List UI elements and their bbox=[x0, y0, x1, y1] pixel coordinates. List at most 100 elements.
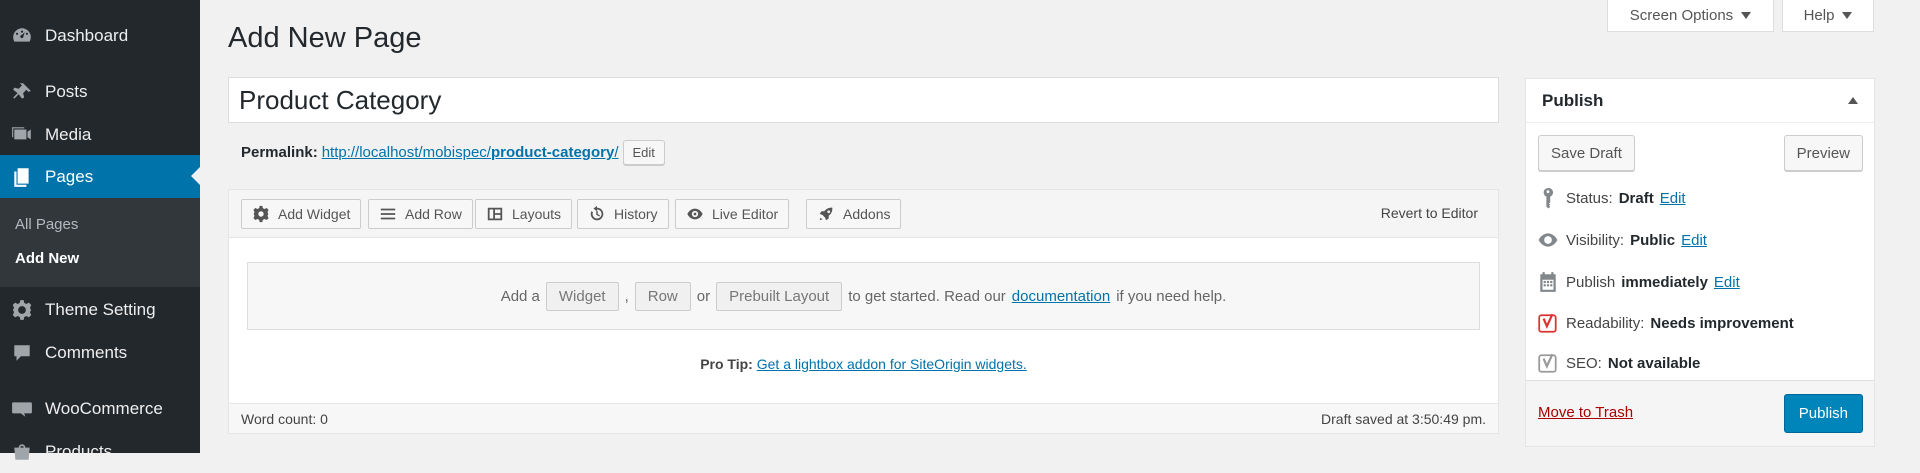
submenu-all-pages[interactable]: All Pages bbox=[15, 216, 78, 233]
draft-saved-status: Draft saved at 3:50:49 pm. bbox=[1321, 411, 1486, 427]
builder-status-bar: Word count: 0 Draft saved at 3:50:49 pm. bbox=[229, 403, 1498, 433]
permalink-base: http://localhost/mobispec/ bbox=[321, 144, 491, 161]
sidebar-item-label: WooCommerce bbox=[45, 398, 163, 418]
visibility-edit-link[interactable]: Edit bbox=[1681, 232, 1707, 249]
publish-button[interactable]: Publish bbox=[1783, 394, 1863, 433]
help-label: Help bbox=[1803, 7, 1835, 24]
sidebar-item-comments[interactable]: Comments bbox=[0, 331, 200, 374]
visibility-value: Public bbox=[1630, 231, 1676, 249]
add-row-button[interactable]: Add Row bbox=[368, 199, 473, 229]
sidebar-item-woocommerce[interactable]: WooCommerce bbox=[0, 387, 200, 430]
empty-prebuilt-layout-button[interactable]: Prebuilt Layout bbox=[716, 281, 843, 311]
sidebar-item-label: Products bbox=[45, 441, 113, 461]
sidebar-item-pages[interactable]: Pages bbox=[0, 155, 200, 198]
empty-middle: to get started. Read our bbox=[848, 287, 1006, 305]
layout-icon bbox=[487, 207, 503, 221]
empty-or: or bbox=[696, 287, 711, 305]
add-row-label: Add Row bbox=[405, 206, 462, 222]
word-count: Word count: 0 bbox=[241, 411, 328, 427]
readability-row: Readability: Needs improvement bbox=[1536, 311, 1794, 335]
save-draft-button[interactable]: Save Draft bbox=[1538, 135, 1635, 171]
permalink-edit-button[interactable]: Edit bbox=[622, 140, 665, 165]
post-title-input[interactable] bbox=[228, 77, 1499, 123]
key-icon bbox=[1536, 186, 1560, 210]
sidebar-item-label: Posts bbox=[45, 81, 88, 101]
sidebar-item-label: Comments bbox=[45, 342, 128, 362]
publish-date-edit-link[interactable]: Edit bbox=[1714, 274, 1740, 291]
dashboard-icon bbox=[11, 25, 33, 47]
publish-box: Publish Save Draft Preview Status: Draft… bbox=[1525, 78, 1875, 447]
readability-label: Readability: bbox=[1566, 314, 1645, 332]
publish-actions: Move to Trash Publish bbox=[1526, 380, 1874, 446]
permalink-label: Permalink: bbox=[241, 144, 318, 161]
live-editor-label: Live Editor bbox=[712, 206, 779, 222]
preview-button[interactable]: Preview bbox=[1783, 135, 1863, 171]
status-row: Status: Draft Edit bbox=[1536, 186, 1686, 210]
seo-label: SEO: bbox=[1566, 354, 1602, 372]
pin-icon bbox=[11, 81, 33, 103]
status-label: Status: bbox=[1566, 189, 1613, 207]
empty-add-widget-button[interactable]: Widget bbox=[545, 281, 619, 311]
visibility-row: Visibility: Public Edit bbox=[1536, 228, 1707, 252]
add-widget-button[interactable]: Add Widget bbox=[241, 199, 362, 229]
layouts-button[interactable]: Layouts bbox=[475, 199, 573, 229]
addons-button[interactable]: Addons bbox=[806, 199, 902, 229]
status-value: Draft bbox=[1618, 189, 1654, 207]
move-to-trash-link[interactable]: Move to Trash bbox=[1538, 404, 1633, 421]
gear-icon bbox=[253, 205, 269, 223]
builder-toolbar: Add Widget Add Row Layouts History Live … bbox=[229, 190, 1498, 238]
submenu-add-new[interactable]: Add New bbox=[15, 250, 79, 267]
screen-options-label: Screen Options bbox=[1629, 7, 1734, 24]
publish-box-title: Publish bbox=[1542, 90, 1604, 110]
sidebar-item-label: Pages bbox=[45, 166, 94, 186]
permalink-slug: product-category bbox=[490, 144, 615, 161]
readability-value: Needs improvement bbox=[1650, 314, 1794, 332]
empty-add-row-button[interactable]: Row bbox=[634, 281, 691, 311]
rocket-icon bbox=[819, 207, 833, 221]
sidebar-item-posts[interactable]: Posts bbox=[0, 70, 200, 113]
sidebar-item-media[interactable]: Media bbox=[0, 113, 200, 156]
admin-sidebar: Dashboard Posts Media Pages All Pages Ad… bbox=[0, 0, 200, 461]
pro-tip: Pro Tip: Get a lightbox addon for SiteOr… bbox=[229, 356, 1498, 372]
addons-label: Addons bbox=[843, 206, 891, 222]
permalink-link[interactable]: http://localhost/mobispec/product-catego… bbox=[322, 144, 619, 161]
products-icon bbox=[11, 441, 33, 463]
publish-date-row: Publish immediately Edit bbox=[1536, 270, 1740, 294]
sidebar-item-label: Dashboard bbox=[45, 25, 129, 45]
screen-options-button[interactable]: Screen Options bbox=[1607, 0, 1774, 32]
add-widget-label: Add Widget bbox=[278, 206, 351, 222]
sidebar-item-dashboard[interactable]: Dashboard bbox=[0, 14, 200, 57]
caret-up-icon[interactable] bbox=[1848, 97, 1858, 104]
help-button[interactable]: Help bbox=[1782, 0, 1874, 32]
history-label: History bbox=[614, 206, 658, 222]
live-editor-button[interactable]: Live Editor bbox=[675, 199, 790, 229]
page-builder: Add Widget Add Row Layouts History Live … bbox=[228, 189, 1499, 434]
seo-value: Not available bbox=[1607, 354, 1701, 372]
permalink-row: Permalink: http://localhost/mobispec/pro… bbox=[241, 140, 665, 165]
page-title: Add New Page bbox=[228, 22, 422, 54]
calendar-icon bbox=[1536, 270, 1560, 294]
status-edit-link[interactable]: Edit bbox=[1660, 190, 1686, 207]
sidebar-item-theme-setting[interactable]: Theme Setting bbox=[0, 288, 200, 331]
visibility-label: Visibility: bbox=[1566, 231, 1625, 249]
empty-suffix: if you need help. bbox=[1116, 287, 1227, 305]
sidebar-item-label: Theme Setting bbox=[45, 299, 156, 319]
pages-icon bbox=[11, 166, 33, 188]
gear-icon bbox=[11, 299, 33, 321]
publish-box-header[interactable]: Publish bbox=[1526, 79, 1874, 123]
eye-icon bbox=[1536, 228, 1560, 252]
pro-tip-link[interactable]: Get a lightbox addon for SiteOrigin widg… bbox=[757, 356, 1027, 372]
revert-to-editor-link[interactable]: Revert to Editor bbox=[1381, 205, 1478, 221]
permalink-trail: / bbox=[614, 144, 619, 161]
pro-tip-label: Pro Tip: bbox=[700, 356, 753, 372]
yoast-readability-icon bbox=[1536, 311, 1560, 335]
builder-empty-state: Add a Widget , Row or Prebuilt Layout to… bbox=[247, 262, 1480, 330]
empty-prefix: Add a bbox=[500, 287, 540, 305]
publish-date-label: Publish bbox=[1566, 273, 1616, 291]
publish-date-value: immediately bbox=[1621, 273, 1708, 291]
documentation-link[interactable]: documentation bbox=[1012, 288, 1110, 305]
history-button[interactable]: History bbox=[577, 199, 669, 229]
caret-down-icon bbox=[1741, 12, 1752, 19]
empty-comma: , bbox=[624, 287, 629, 305]
sidebar-item-products[interactable]: Products bbox=[0, 430, 200, 473]
